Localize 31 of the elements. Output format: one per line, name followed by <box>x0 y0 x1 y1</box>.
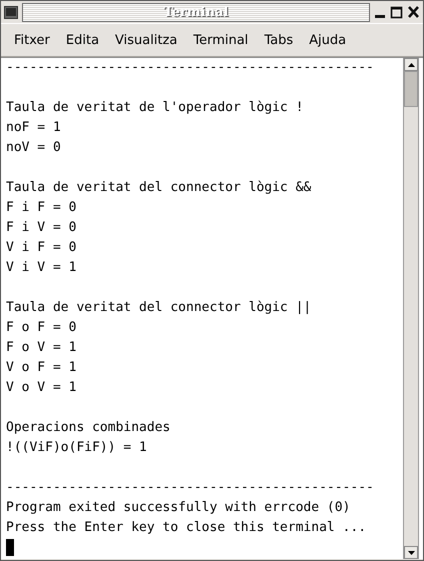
terminal-line: V i F = 0 <box>6 239 78 257</box>
terminal-line: V i V = 1 <box>6 259 78 277</box>
terminal-line: V o F = 1 <box>6 359 78 377</box>
terminal-app-icon[interactable] <box>4 6 18 18</box>
terminal-line: F o F = 0 <box>6 319 78 337</box>
terminal-line: noF = 1 <box>6 119 62 137</box>
terminal-line: F o V = 1 <box>6 339 78 357</box>
menu-item[interactable]: Fitxer <box>6 28 58 52</box>
scrollbar[interactable] <box>403 58 419 559</box>
window-title: Terminal <box>162 4 230 20</box>
terminal-line: Taula de veritat del connector lògic && <box>6 179 312 197</box>
menu-item[interactable]: Visualitza <box>107 28 186 52</box>
terminal-line: Program exited successfully with errcode (0) <box>6 499 352 517</box>
terminal-line: ----------------------------------------------- <box>6 479 375 497</box>
terminal-line: Taula de veritat de l'operador lògic ! <box>6 99 304 117</box>
terminal-line: Press the Enter key to close this terminal ... <box>6 519 368 537</box>
terminal-line: F i F = 0 <box>6 199 78 217</box>
maximize-icon[interactable] <box>390 5 403 19</box>
menu-item[interactable]: Edita <box>58 28 108 52</box>
close-icon[interactable] <box>407 5 420 19</box>
terminal-line: ----------------------------------------------- <box>6 59 375 77</box>
terminal-line: F i V = 0 <box>6 219 78 237</box>
terminal-line: Taula de veritat del connector lògic || <box>6 299 312 317</box>
terminal-line: V o V = 1 <box>6 379 78 397</box>
terminal-line: noV = 0 <box>6 139 62 157</box>
scrollbar-thumb[interactable] <box>404 71 418 107</box>
menu-item[interactable]: Ajuda <box>301 28 354 52</box>
menu-item[interactable]: Terminal <box>185 28 256 52</box>
terminal-line: Operacions combinades <box>6 419 172 437</box>
menu-item[interactable]: Tabs <box>256 28 302 52</box>
terminal-line: !((ViF)o(FiF)) = 1 <box>6 439 148 457</box>
